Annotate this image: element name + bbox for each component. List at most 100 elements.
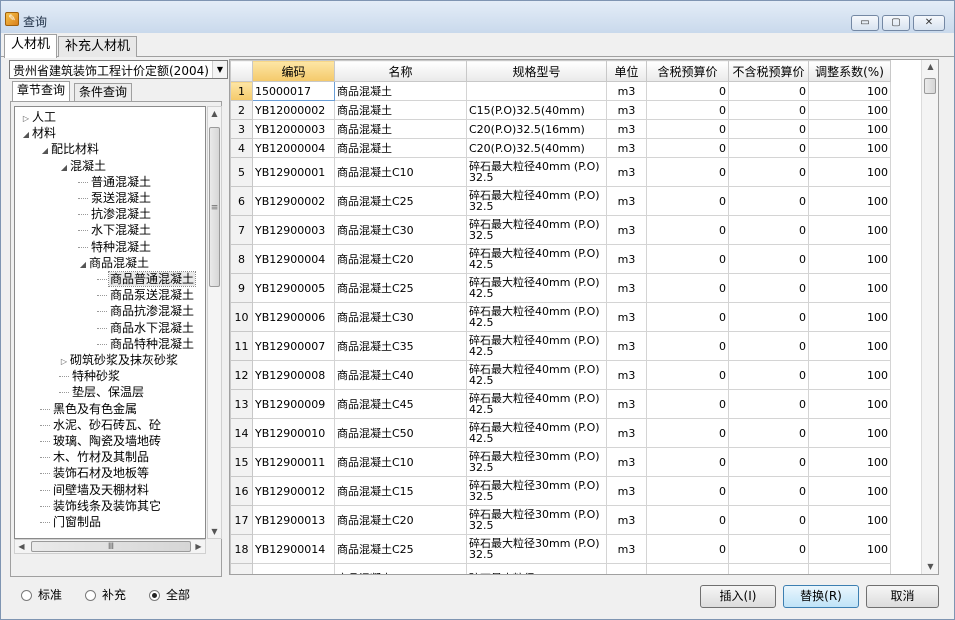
table-cell[interactable]: 100 bbox=[808, 447, 891, 477]
table-cell[interactable]: YB12900011 bbox=[252, 447, 335, 477]
tree-node[interactable]: 装饰石材及地板等 bbox=[40, 465, 150, 481]
tree-node[interactable]: 特种混凝土 bbox=[78, 239, 152, 255]
scroll-up-icon[interactable]: ▲ bbox=[924, 60, 937, 73]
tab-chapter-query[interactable]: 章节查询 bbox=[12, 81, 71, 102]
table-cell[interactable]: 0 bbox=[646, 360, 729, 390]
tree-node[interactable]: 泵送混凝土 bbox=[78, 190, 152, 206]
table-row[interactable]: 10 YB12900006 商品混凝土C30 碎石最大粒径40mm (P.O) 42.… bbox=[230, 302, 891, 332]
table-cell[interactable]: 0 bbox=[728, 418, 809, 448]
table-row[interactable]: 14 YB12900010 商品混凝土C50 碎石最大粒径40mm (P.O) 42.… bbox=[230, 418, 891, 448]
table-cell[interactable]: 碎石最大粒径40mm (P.O) 32.5 bbox=[466, 215, 607, 245]
tree-collapse-icon[interactable]: ◢ bbox=[40, 143, 50, 159]
table-row[interactable]: 1 15000017 商品混凝土 m3 0 0 100 bbox=[230, 81, 891, 101]
close-button[interactable]: ✕ bbox=[913, 15, 945, 31]
table-cell[interactable]: 碎石最大粒径30mm bbox=[466, 563, 607, 574]
tree-node[interactable]: ◢ 材料 bbox=[21, 125, 57, 141]
table-cell[interactable]: 100 bbox=[808, 215, 891, 245]
tree-node[interactable]: 装饰线条及装饰其它 bbox=[40, 498, 162, 514]
table-cell[interactable]: m3 bbox=[606, 244, 647, 274]
table-cell[interactable]: 商品混凝土 bbox=[334, 81, 467, 101]
table-row[interactable]: 2 YB12000002 商品混凝土 C15(P.O)32.5(40mm) m3 0 0 10… bbox=[230, 100, 891, 120]
table-cell[interactable]: YB12000002 bbox=[252, 100, 335, 120]
table-cell[interactable]: 商品混凝土C15 bbox=[334, 476, 467, 506]
table-cell[interactable]: YB12900006 bbox=[252, 302, 335, 332]
table-cell[interactable]: 碎石最大粒径40mm (P.O) 42.5 bbox=[466, 360, 607, 390]
scroll-right-icon[interactable]: ▶ bbox=[192, 540, 205, 553]
table-cell[interactable]: YB12900003 bbox=[252, 215, 335, 245]
table-cell[interactable]: 碎石最大粒径40mm (P.O) 42.5 bbox=[466, 418, 607, 448]
table-cell[interactable]: 0 bbox=[646, 476, 729, 506]
table-cell[interactable]: 商品混凝土C10 bbox=[334, 447, 467, 477]
table-cell[interactable]: 0 bbox=[728, 360, 809, 390]
table-cell[interactable]: 碎石最大粒径30mm (P.O) 32.5 bbox=[466, 476, 607, 506]
tree-node[interactable]: 水泥、砂石砖瓦、砼 bbox=[40, 417, 162, 433]
table-row[interactable]: 4 YB12000004 商品混凝土 C20(P.O)32.5(40mm) m3 0 0 10… bbox=[230, 138, 891, 158]
tree-horizontal-scrollbar[interactable]: ◀ Ⅲ ▶ bbox=[14, 539, 206, 554]
table-row[interactable]: 15 YB12900011 商品混凝土C10 碎石最大粒径30mm (P.O) 32.… bbox=[230, 447, 891, 477]
table-cell[interactable]: 0 bbox=[728, 273, 809, 303]
table-cell[interactable]: 碎石最大粒径30mm (P.O) 32.5 bbox=[466, 534, 607, 564]
tree-collapse-icon[interactable]: ◢ bbox=[59, 160, 69, 176]
column-header[interactable]: 不含税预算价 bbox=[728, 60, 809, 82]
table-cell[interactable]: 0 bbox=[646, 447, 729, 477]
quota-library-select[interactable]: 贵州省建筑装饰工程计价定额(2004) ▼ bbox=[9, 60, 228, 79]
tree-node[interactable]: 木、竹材及其制品 bbox=[40, 449, 150, 465]
table-cell[interactable]: 0 bbox=[646, 119, 729, 139]
radio-indicator[interactable] bbox=[21, 590, 32, 601]
radio-indicator[interactable] bbox=[149, 590, 160, 601]
table-cell[interactable]: 100 bbox=[808, 100, 891, 120]
table-cell[interactable]: 0 bbox=[728, 119, 809, 139]
scroll-down-icon[interactable]: ▼ bbox=[924, 560, 937, 573]
table-cell[interactable]: 100 bbox=[808, 138, 891, 158]
table-cell[interactable]: 0 bbox=[728, 215, 809, 245]
table-cell[interactable] bbox=[606, 563, 647, 574]
table-cell[interactable]: YB12900008 bbox=[252, 360, 335, 390]
table-cell[interactable]: 100 bbox=[808, 302, 891, 332]
table-cell[interactable]: 碎石最大粒径40mm (P.O) 42.5 bbox=[466, 273, 607, 303]
table-cell[interactable]: 0 bbox=[728, 186, 809, 216]
table-cell[interactable]: 商品混凝土 bbox=[334, 563, 467, 574]
table-cell[interactable]: 0 bbox=[728, 505, 809, 535]
grid-vscroll-thumb[interactable] bbox=[924, 78, 936, 94]
table-cell[interactable]: 0 bbox=[728, 476, 809, 506]
table-cell[interactable]: YB12900002 bbox=[252, 186, 335, 216]
table-cell[interactable]: 100 bbox=[808, 157, 891, 187]
table-row[interactable]: 商品混凝土碎石最大粒径30mm bbox=[230, 563, 891, 574]
table-row[interactable]: 13 YB12900009 商品混凝土C45 碎石最大粒径40mm (P.O) 42.… bbox=[230, 389, 891, 419]
table-row[interactable]: 3 YB12000003 商品混凝土 C20(P.O)32.5(16mm) m3 0 0 10… bbox=[230, 119, 891, 139]
column-header[interactable]: 规格型号 bbox=[466, 60, 607, 82]
table-cell[interactable]: 商品混凝土C40 bbox=[334, 360, 467, 390]
title-bar[interactable]: ✎ 查询 ▭ ▢ ✕ bbox=[1, 1, 954, 33]
table-cell[interactable]: 100 bbox=[808, 186, 891, 216]
table-cell[interactable]: m3 bbox=[606, 157, 647, 187]
column-header[interactable]: 含税预算价 bbox=[646, 60, 729, 82]
tree-node[interactable]: 商品水下混凝土 bbox=[97, 320, 195, 336]
table-cell[interactable]: 0 bbox=[646, 244, 729, 274]
table-cell[interactable] bbox=[728, 563, 809, 574]
tree-collapse-icon[interactable]: ◢ bbox=[21, 127, 31, 143]
table-cell[interactable]: 100 bbox=[808, 119, 891, 139]
table-cell[interactable]: 0 bbox=[728, 81, 809, 101]
table-cell[interactable]: 商品混凝土C30 bbox=[334, 215, 467, 245]
table-cell[interactable]: 商品混凝土C25 bbox=[334, 534, 467, 564]
tree-collapse-icon[interactable]: ◢ bbox=[78, 257, 88, 273]
table-cell[interactable]: 100 bbox=[808, 476, 891, 506]
table-cell[interactable]: C15(P.O)32.5(40mm) bbox=[466, 100, 607, 120]
table-row[interactable]: 7 YB12900003 商品混凝土C30 碎石最大粒径40mm (P.O) 32.5… bbox=[230, 215, 891, 245]
chevron-down-icon[interactable]: ▼ bbox=[212, 61, 227, 78]
tree-node[interactable]: 特种砂浆 bbox=[59, 368, 121, 384]
table-cell[interactable]: 商品混凝土C20 bbox=[334, 244, 467, 274]
scroll-left-icon[interactable]: ◀ bbox=[15, 540, 28, 553]
table-cell[interactable]: 商品混凝土C20 bbox=[334, 505, 467, 535]
grid-vertical-scrollbar[interactable]: ▲ ▼ bbox=[921, 60, 938, 574]
table-cell[interactable]: 100 bbox=[808, 360, 891, 390]
radio-all[interactable]: 全部 bbox=[149, 587, 190, 603]
table-cell[interactable]: m3 bbox=[606, 215, 647, 245]
table-cell[interactable]: 碎石最大粒径40mm (P.O) 42.5 bbox=[466, 389, 607, 419]
table-row[interactable]: 18 YB12900014 商品混凝土C25 碎石最大粒径30mm (P.O) 32.… bbox=[230, 534, 891, 564]
table-cell[interactable]: m3 bbox=[606, 447, 647, 477]
table-row[interactable]: 9 YB12900005 商品混凝土C25 碎石最大粒径40mm (P.O) 42.5… bbox=[230, 273, 891, 303]
table-cell[interactable]: 0 bbox=[646, 534, 729, 564]
table-cell[interactable]: 碎石最大粒径40mm (P.O) 32.5 bbox=[466, 157, 607, 187]
table-cell[interactable]: 0 bbox=[728, 331, 809, 361]
